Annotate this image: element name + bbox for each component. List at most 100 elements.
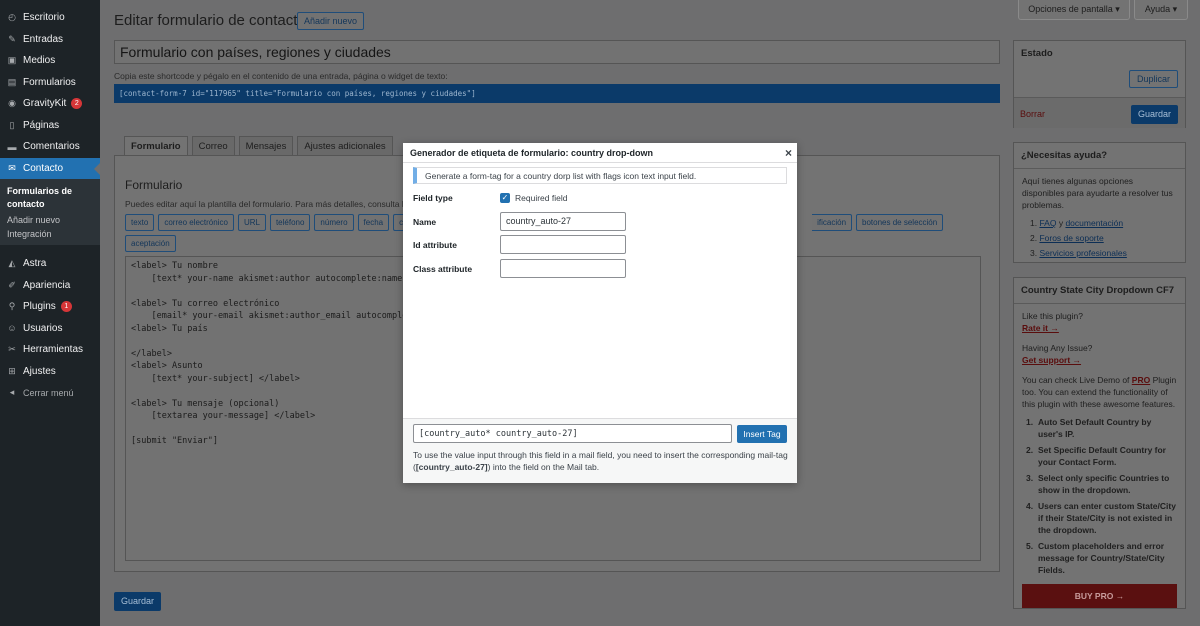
field-type-row: Field type ✓ Required field — [413, 193, 567, 203]
sidebar-item-plugins[interactable]: ⚲ Plugins 1 — [0, 296, 100, 318]
sidebar-item-label: Comentarios — [23, 141, 80, 153]
class-input[interactable] — [500, 259, 626, 278]
id-row: Id attribute — [413, 235, 626, 254]
pro-services-link[interactable]: Servicios profesionales — [1039, 248, 1126, 258]
status-save-button[interactable]: Guardar — [1130, 105, 1178, 124]
close-icon[interactable]: × — [785, 146, 792, 160]
plugin-icon: ⚲ — [8, 301, 16, 312]
feature-item: 5. Custom placeholders and error message … — [1026, 541, 1165, 575]
sidebar-item-formularios[interactable]: ▤ Formularios — [0, 72, 100, 94]
sidebar-item-páginas[interactable]: ▯ Páginas — [0, 115, 100, 137]
sidebar-item-escritorio[interactable]: ◴ Escritorio — [0, 7, 100, 29]
pro-link[interactable]: PRO — [1132, 375, 1150, 385]
shortcode-field[interactable]: [contact-form-7 id="117965" title="Formu… — [114, 84, 1000, 103]
pages-icon: ▯ — [9, 119, 15, 130]
sidebar-item-label: Formularios — [23, 76, 76, 88]
tag-button-acceptance[interactable]: aceptación — [125, 235, 176, 252]
sidebar-item-entradas[interactable]: ✎ Entradas — [0, 29, 100, 51]
tab-mail[interactable]: Correo — [191, 136, 235, 156]
screen-options-button[interactable]: Opciones de pantalla ▾ — [1018, 0, 1130, 20]
sidebar-item-astra[interactable]: ◭ Astra — [0, 253, 100, 275]
help-list-item: 3. Servicios profesionales — [1030, 248, 1127, 258]
name-row: Name country_auto-27 — [413, 212, 626, 231]
status-heading: Estado — [1021, 48, 1053, 59]
rate-link[interactable]: Rate it → — [1022, 322, 1177, 334]
like-text: Like this plugin? — [1022, 311, 1083, 321]
sidebar-item-label: Astra — [23, 258, 47, 270]
sidebar-item-gravitykit[interactable]: ◉ GravityKit 2 — [0, 93, 100, 115]
sidebar-item-medios[interactable]: ▣ Medios — [0, 50, 100, 72]
tab-additional-settings[interactable]: Ajustes adicionales — [297, 136, 393, 156]
sidebar-item-ajustes[interactable]: ⊞ Ajustes — [0, 361, 100, 383]
save-button[interactable]: Guardar — [114, 592, 162, 611]
sidebar-item-herramientas[interactable]: ✂ Herramientas — [0, 339, 100, 361]
dashboard-icon: ◴ — [8, 12, 16, 23]
forms-icon: ▤ — [7, 76, 17, 87]
tag-button-url[interactable]: URL — [237, 214, 266, 231]
field-type-label: Field type — [413, 193, 453, 203]
issue-text: Having Any Issue? — [1022, 343, 1093, 353]
sidebar-item-label: Entradas — [23, 33, 64, 45]
sidebar-item-label: Apariencia — [23, 279, 71, 291]
add-new-button[interactable]: Añadir nuevo — [297, 12, 365, 30]
feature-item: 4. Users can enter custom State/City if t… — [1026, 501, 1176, 535]
insert-tag-button[interactable]: Insert Tag — [737, 425, 787, 443]
submenu-item-forms[interactable]: Formularios de contacto — [7, 185, 100, 211]
tag-button-number[interactable]: número — [314, 214, 354, 231]
support-link[interactable]: Get support → — [1022, 354, 1177, 366]
astra-icon: ◭ — [8, 258, 16, 269]
sidebar-item-contacto[interactable]: ✉ Contacto — [0, 157, 100, 179]
features-list: 1. Auto Set Default Country by user's IP.… — [1022, 416, 1177, 576]
page-title: Editar formulario de contacto — [114, 12, 306, 29]
tag-button-text[interactable]: texto — [125, 214, 155, 231]
panel-description: Puedes editar aquí la plantilla del form… — [125, 199, 409, 209]
tag-button-radio[interactable]: botones de selección — [856, 214, 944, 231]
dialog-footer: [country_auto* country_auto-27] Insert T… — [403, 418, 797, 483]
required-checkbox[interactable]: ✓ — [500, 193, 510, 203]
comments-icon: ▬ — [7, 141, 17, 152]
pin-icon: ✎ — [8, 33, 16, 44]
feature-item: 2. Set Specific Default Country for your … — [1026, 445, 1166, 467]
tag-button-verification[interactable]: ificación — [812, 214, 853, 231]
dialog-title: Generador de etiqueta de formulario: cou… — [410, 148, 654, 158]
id-label: Id attribute — [413, 239, 457, 250]
tag-button-tel[interactable]: teléfono — [269, 214, 311, 231]
promo-box: Country State City Dropdown CF7 Like thi… — [1013, 277, 1186, 609]
tag-generator-dialog: Generador de etiqueta de formulario: cou… — [403, 143, 797, 483]
id-input[interactable] — [500, 235, 626, 254]
sidebar-item-label: Ajustes — [23, 365, 56, 377]
buy-pro-button[interactable]: BUY PRO → — [1022, 584, 1177, 608]
help-list-item: 2. Foros de soporte — [1030, 233, 1104, 243]
dialog-header: Generador de etiqueta de formulario: cou… — [403, 143, 797, 163]
sidebar-item-label: Páginas — [23, 119, 60, 131]
gravitykit-icon: ◉ — [8, 98, 16, 109]
count-badge: 1 — [60, 301, 72, 313]
mail-icon: ✉ — [8, 162, 16, 173]
tag-button-email[interactable]: correo electrónico — [158, 214, 234, 231]
sidebar-item-apariencia[interactable]: ✐ Apariencia — [0, 275, 100, 297]
form-title-input[interactable]: Formulario con países, regiones y ciudad… — [114, 40, 1000, 64]
sidebar-item-label: GravityKit — [23, 98, 67, 110]
sidebar-item-label: Cerrar menú — [23, 387, 74, 398]
status-box: Estado Duplicar Borrar Guardar — [1013, 40, 1186, 128]
users-icon: ☺ — [7, 323, 17, 334]
delete-link[interactable]: Borrar — [1020, 109, 1045, 119]
support-forums-link[interactable]: Foros de soporte — [1039, 233, 1103, 243]
submenu-item-add-new[interactable]: Añadir nuevo — [7, 213, 100, 227]
duplicate-button[interactable]: Duplicar — [1128, 70, 1178, 88]
sidebar-item-label: Usuarios — [23, 322, 63, 334]
faq-link[interactable]: FAQ — [1039, 218, 1056, 228]
sidebar-item-label: Plugins — [23, 301, 56, 313]
help-button[interactable]: Ayuda ▾ — [1134, 0, 1188, 20]
generated-tag-field[interactable]: [country_auto* country_auto-27] — [413, 424, 732, 443]
submenu-item-integration[interactable]: Integración — [7, 227, 100, 241]
docs-link[interactable]: documentación — [1065, 218, 1123, 228]
tab-form[interactable]: Formulario — [124, 136, 188, 156]
name-input[interactable]: country_auto-27 — [500, 212, 626, 231]
sidebar-item-usuarios[interactable]: ☺ Usuarios — [0, 318, 100, 340]
tag-button-date[interactable]: fecha — [357, 214, 390, 231]
sidebar-item-cerrar-menú[interactable]: ◂ Cerrar menú — [0, 382, 100, 404]
tab-messages[interactable]: Mensajes — [238, 136, 294, 156]
sidebar-item-comentarios[interactable]: ▬ Comentarios — [0, 136, 100, 158]
collapse-icon: ◂ — [9, 387, 15, 398]
